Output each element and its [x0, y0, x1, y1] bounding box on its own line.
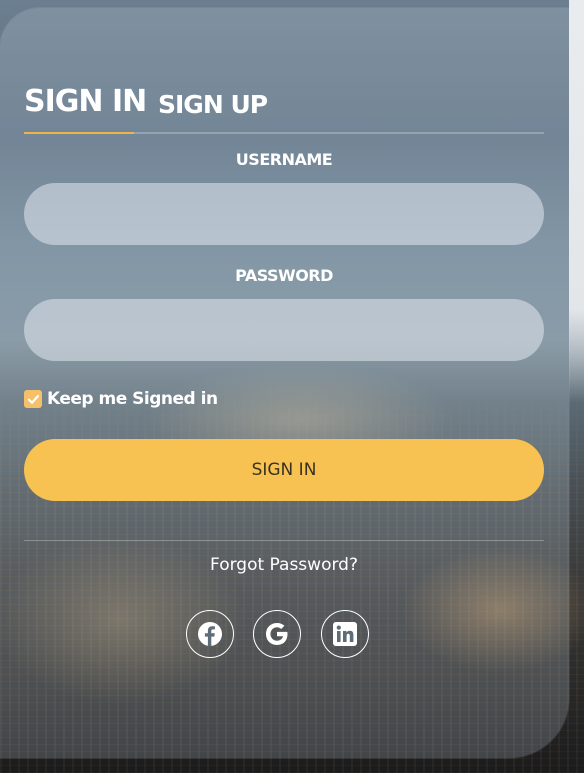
forgot-password-link[interactable]: Forgot Password?: [24, 555, 544, 575]
linkedin-button[interactable]: [321, 610, 369, 658]
facebook-icon: [198, 622, 222, 646]
username-label: USERNAME: [235, 150, 333, 169]
active-tab-indicator: [24, 132, 134, 134]
linkedin-icon: [333, 622, 357, 646]
checkmark-icon: [27, 394, 39, 404]
login-panel: SIGN IN SIGN UP USERNAME PASSWORD Keep m…: [0, 8, 569, 758]
page-edge: [569, 0, 584, 773]
google-button[interactable]: [253, 610, 301, 658]
sign-in-button[interactable]: SIGN IN: [24, 439, 544, 501]
keep-signed-in-checkbox[interactable]: [24, 390, 42, 408]
keep-signed-in[interactable]: Keep me Signed in: [24, 388, 218, 410]
divider: [24, 540, 544, 541]
google-icon: [266, 623, 288, 645]
tab-sign-up[interactable]: SIGN UP: [158, 90, 268, 119]
password-label: PASSWORD: [235, 266, 333, 285]
password-input[interactable]: [24, 299, 544, 361]
keep-signed-in-label: Keep me Signed in: [47, 389, 218, 409]
tab-sign-in[interactable]: SIGN IN: [24, 84, 147, 119]
auth-tabs: SIGN IN SIGN UP: [24, 78, 544, 134]
username-input[interactable]: [24, 183, 544, 245]
facebook-button[interactable]: [186, 610, 234, 658]
